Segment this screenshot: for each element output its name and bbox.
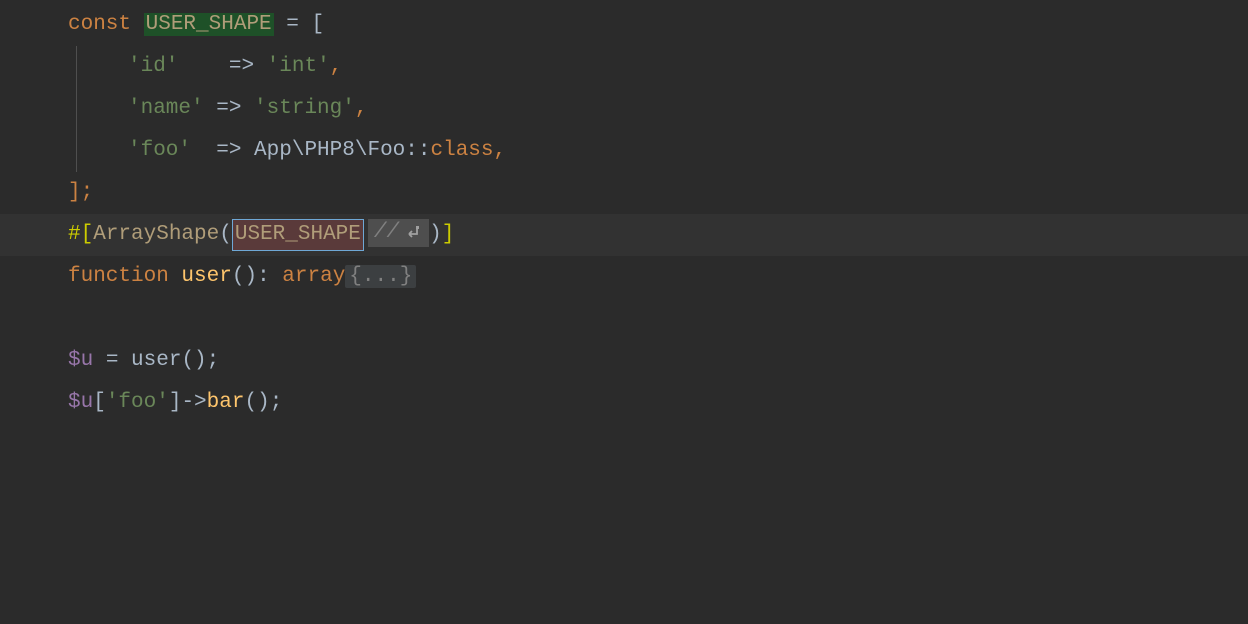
comma: , <box>494 139 507 162</box>
parameter-hint-pill[interactable]: // <box>368 219 429 247</box>
function-call: user <box>131 349 181 372</box>
attr-close: ] <box>442 223 455 246</box>
code-line-active[interactable]: #[ArrayShape(USER_SHAPE//)] <box>0 214 1248 256</box>
comma: , <box>355 97 368 120</box>
parens: () <box>232 265 257 288</box>
bracket-open: [ <box>93 391 106 414</box>
code-line[interactable]: function user(): array{...} <box>0 256 1248 298</box>
call-end: (); <box>181 349 219 372</box>
string-literal: 'id' <box>128 55 178 78</box>
function-name: user <box>181 265 231 288</box>
paren-open: ( <box>219 223 232 246</box>
string-literal: 'string' <box>254 97 355 120</box>
constant-definition: USER_SHAPE <box>144 13 274 36</box>
code-fold-indicator[interactable]: {...} <box>345 265 416 288</box>
string-literal: 'foo' <box>106 391 169 414</box>
code-line[interactable]: 'name' => 'string', <box>0 88 1248 130</box>
arrow-op: => <box>216 97 254 120</box>
string-literal: 'int' <box>267 55 330 78</box>
string-literal: 'name' <box>128 97 204 120</box>
keyword-class: class <box>431 139 494 162</box>
code-line[interactable]: const USER_SHAPE = [ <box>0 4 1248 46</box>
paren-close: ) <box>429 223 442 246</box>
colon: : <box>257 265 282 288</box>
slash-icon: // <box>374 212 399 254</box>
method-call: bar <box>207 391 245 414</box>
arrow-op: => <box>216 55 266 78</box>
attr-open: #[ <box>68 223 93 246</box>
variable: $u <box>68 349 93 372</box>
call-end: (); <box>244 391 282 414</box>
arrow-op: => <box>216 139 254 162</box>
keyword-function: function <box>68 265 181 288</box>
comma: , <box>330 55 343 78</box>
bracket-close: ] <box>169 391 182 414</box>
code-line[interactable]: 'id' => 'int', <box>0 46 1248 88</box>
string-literal: 'foo' <box>128 139 191 162</box>
attribute-name: ArrayShape <box>93 223 219 246</box>
code-line[interactable]: $u['foo']->bar(); <box>0 382 1248 424</box>
text: = [ <box>274 13 324 36</box>
bracket-close: ]; <box>68 181 93 204</box>
keyword-array: array <box>282 265 345 288</box>
double-colon: :: <box>405 139 430 162</box>
enter-key-icon <box>405 226 421 240</box>
variable: $u <box>68 391 93 414</box>
code-line[interactable]: 'foo' => App\PHP8\Foo::class, <box>0 130 1248 172</box>
assign-op: = <box>93 349 131 372</box>
code-line-blank[interactable] <box>0 298 1248 340</box>
keyword-const: const <box>68 13 144 36</box>
code-line[interactable]: $u = user(); <box>0 340 1248 382</box>
code-editor[interactable]: const USER_SHAPE = [ 'id' => 'int', 'nam… <box>0 0 1248 424</box>
constant-reference-selected[interactable]: USER_SHAPE <box>232 219 364 251</box>
code-line[interactable]: ]; <box>0 172 1248 214</box>
object-arrow-op: -> <box>181 391 206 414</box>
namespace: App\PHP8\Foo <box>254 139 405 162</box>
